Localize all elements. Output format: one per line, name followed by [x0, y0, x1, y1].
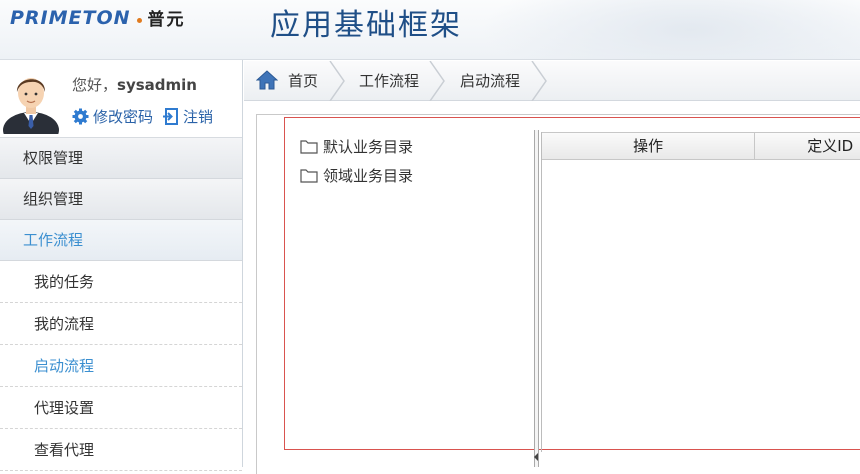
user-actions: 修改密码 注销 — [72, 106, 223, 127]
logo-text-en: PRIMETON — [10, 6, 131, 29]
catalog-tree: 默认业务目录 领域业务目录 — [300, 132, 413, 190]
column-header-actions[interactable]: 操作 — [542, 133, 756, 160]
menu-group-organization[interactable]: 组织管理 — [0, 179, 242, 220]
folder-icon — [300, 140, 318, 154]
change-password-label: 修改密码 — [93, 108, 154, 126]
avatar — [2, 66, 60, 134]
app-title: 应用基础框架 — [270, 8, 462, 43]
menu-item-start-process[interactable]: 启动流程 — [0, 345, 242, 387]
greeting: 您好，sysadmin — [72, 74, 197, 95]
user-avatar-icon — [3, 78, 59, 134]
menu-item-view-agents[interactable]: 查看代理 — [0, 429, 242, 471]
menu-item-my-processes[interactable]: 我的流程 — [0, 303, 242, 345]
folder-icon — [300, 169, 318, 183]
logout-icon — [163, 108, 179, 125]
tree-node-label: 默认业务目录 — [323, 138, 414, 156]
process-grid: 操作 定义ID — [541, 132, 860, 452]
menu-group-workflow[interactable]: 工作流程 — [0, 220, 242, 261]
logo-text-cn: 普元 — [147, 10, 186, 30]
collapse-arrow-icon[interactable] — [534, 453, 538, 461]
gear-icon — [72, 108, 89, 125]
app-header: PRIMETON 普元 应用基础框架 — [0, 0, 860, 60]
home-icon[interactable] — [256, 70, 278, 90]
logo-dot — [136, 18, 142, 23]
column-header-definition-id[interactable]: 定义ID — [755, 133, 860, 160]
greeting-prefix: 您好， — [72, 76, 118, 94]
brand-logo: PRIMETON 普元 — [10, 5, 186, 31]
username: sysadmin — [117, 76, 197, 94]
breadcrumb-workflow[interactable]: 工作流程 — [359, 61, 419, 101]
breadcrumb: 首页 工作流程 启动流程 — [244, 61, 860, 101]
user-panel: 您好，sysadmin 修改密码 注销 — [0, 60, 242, 138]
menu-item-my-tasks[interactable]: 我的任务 — [0, 261, 242, 303]
tree-node-default-catalog[interactable]: 默认业务目录 — [300, 132, 413, 161]
header-decoration — [480, 0, 860, 59]
sidebar: 您好，sysadmin 修改密码 注销 权限管理 组织管理 工作流程 我的任务 … — [0, 60, 243, 471]
menu-item-agent-settings[interactable]: 代理设置 — [0, 387, 242, 429]
breadcrumb-separator-icon — [329, 61, 345, 101]
tree-node-domain-catalog[interactable]: 领域业务目录 — [300, 161, 413, 190]
breadcrumb-start-process: 启动流程 — [460, 72, 521, 90]
grid-header: 操作 定义ID — [542, 132, 860, 160]
breadcrumb-separator-icon — [531, 61, 547, 101]
logout-link[interactable]: 注销 — [163, 106, 213, 127]
breadcrumb-home[interactable]: 首页 — [288, 61, 318, 101]
panel-splitter[interactable] — [534, 130, 539, 467]
logout-label: 注销 — [183, 108, 214, 126]
main-content: 默认业务目录 领域业务目录 操作 定义ID — [244, 102, 860, 474]
change-password-link[interactable]: 修改密码 — [72, 106, 153, 127]
menu-group-permissions[interactable]: 权限管理 — [0, 138, 242, 179]
breadcrumb-separator-icon — [429, 61, 445, 101]
tree-node-label: 领域业务目录 — [323, 167, 414, 185]
